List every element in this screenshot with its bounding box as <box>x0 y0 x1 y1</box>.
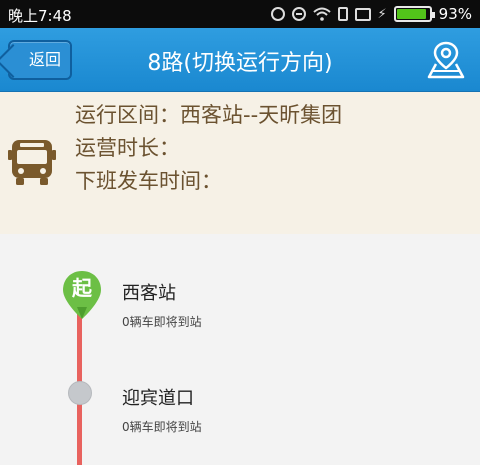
stop-dot <box>68 381 92 405</box>
status-icons: ⚡ 93% <box>270 4 472 24</box>
vibrate-icon <box>337 7 348 21</box>
bus-icon <box>8 140 56 185</box>
wifi-icon <box>312 7 331 21</box>
route-info-card: 运行区间：西客站--天昕集团 运营时长： 下班发车时间： <box>0 92 480 234</box>
operating-hours-text: 运营时长： <box>75 136 180 160</box>
title-bar: 返回 8路(切换运行方向) <box>0 28 480 92</box>
charge-icon: ⚡ <box>377 6 387 22</box>
alarm-icon <box>270 7 285 21</box>
battery-icon <box>393 6 435 22</box>
stop-name: 迎宾道口 <box>122 388 194 409</box>
stop-status: 0辆车即将到站 <box>122 420 202 434</box>
stop-item[interactable]: 迎宾道口 0辆车即将到站 <box>122 384 202 435</box>
sim-icon <box>354 7 371 21</box>
status-bar: 晚上7:48 ⚡ 93% <box>0 0 480 28</box>
battery-fill <box>396 9 427 19</box>
page-title[interactable]: 8路(切换运行方向) <box>0 45 480 77</box>
status-time: 晚上7:48 <box>8 7 72 25</box>
stop-status: 0辆车即将到站 <box>122 315 202 329</box>
battery-percent: 93% <box>438 5 472 23</box>
card-zigzag-edge <box>0 226 480 234</box>
start-marker-label: 起 <box>72 276 92 300</box>
dnd-icon <box>291 7 306 21</box>
stop-name: 西客站 <box>122 283 176 304</box>
last-departure-text: 下班发车时间： <box>75 169 222 193</box>
map-pin-icon[interactable] <box>426 40 466 80</box>
route-info-lines: 运行区间：西客站--天昕集团 运营时长： 下班发车时间： <box>75 99 342 198</box>
route-range-text: 运行区间：西客站--天昕集团 <box>75 103 343 127</box>
stop-item[interactable]: 西客站 0辆车即将到站 <box>122 279 202 330</box>
screen: 晚上7:48 ⚡ 93% 返回 8路(切换运行方向) 运行区间：西客站--天昕集… <box>0 0 480 465</box>
